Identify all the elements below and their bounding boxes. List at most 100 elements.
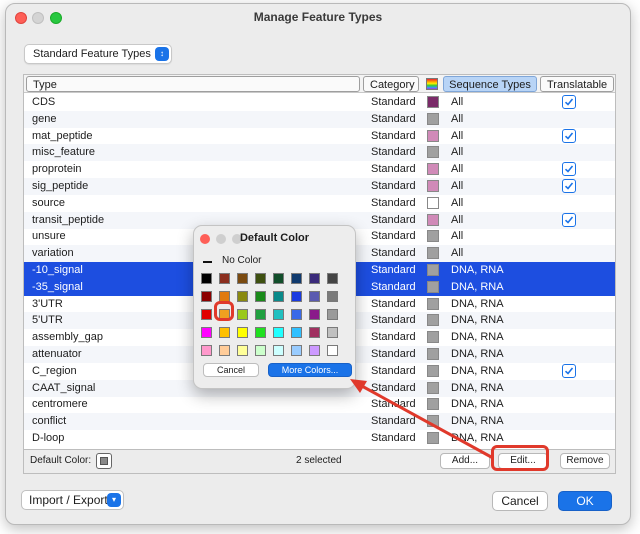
color-swatch[interactable] — [327, 273, 338, 284]
no-color-option[interactable]: No Color — [222, 255, 261, 266]
color-swatch[interactable] — [273, 291, 284, 302]
cell-color-swatch[interactable] — [427, 264, 439, 276]
translatable-checkbox[interactable] — [562, 128, 576, 143]
color-swatch[interactable] — [237, 345, 248, 356]
column-header-translatable[interactable]: Translatable — [540, 76, 614, 92]
add-button[interactable]: Add... — [440, 453, 490, 469]
color-swatch[interactable] — [219, 309, 230, 320]
cell-color-swatch[interactable] — [427, 180, 439, 192]
color-swatch[interactable] — [327, 327, 338, 338]
color-swatch[interactable] — [237, 291, 248, 302]
cell-color-swatch[interactable] — [427, 129, 439, 142]
color-swatch[interactable] — [201, 291, 212, 302]
color-swatch[interactable] — [201, 273, 212, 284]
cell-color-swatch[interactable] — [427, 348, 439, 360]
color-swatch[interactable] — [201, 345, 212, 356]
color-swatch[interactable] — [219, 291, 230, 302]
cell-color-swatch[interactable] — [427, 381, 439, 394]
cell-color-swatch[interactable] — [427, 415, 439, 428]
column-header-type[interactable]: Type — [26, 76, 360, 92]
chevron-updown-icon: ↕ — [155, 47, 169, 61]
color-swatch[interactable] — [255, 291, 266, 302]
color-swatch[interactable] — [291, 345, 302, 356]
zoom-window-button[interactable] — [50, 12, 62, 24]
color-swatch[interactable] — [291, 273, 302, 284]
color-swatch[interactable] — [291, 327, 302, 338]
cell-category: Standard — [371, 213, 416, 226]
cell-color-swatch[interactable] — [427, 213, 439, 226]
import-export-popup[interactable]: Import / Export ▾ — [21, 490, 124, 510]
more-colors-button[interactable]: More Colors... — [268, 363, 352, 377]
default-color-well[interactable] — [96, 453, 112, 469]
color-swatch[interactable] — [327, 309, 338, 320]
color-swatch[interactable] — [309, 273, 320, 284]
color-swatch[interactable] — [327, 291, 338, 302]
table-row[interactable]: proprotein Standard All — [24, 161, 615, 178]
no-color-icon[interactable] — [203, 261, 212, 263]
table-row[interactable]: D-loop Standard DNA, RNA — [24, 430, 615, 447]
cancel-button[interactable]: Cancel — [492, 491, 548, 511]
close-window-button[interactable] — [15, 12, 27, 24]
color-swatch[interactable] — [309, 327, 320, 338]
color-swatch[interactable] — [273, 345, 284, 356]
table-row[interactable]: centromere Standard DNA, RNA — [24, 396, 615, 413]
translatable-checkbox[interactable] — [562, 179, 576, 193]
table-row[interactable]: CDS Standard All — [24, 94, 615, 111]
cell-sequence-types: DNA, RNA — [451, 297, 504, 310]
color-swatch[interactable] — [255, 345, 266, 356]
color-swatch[interactable] — [201, 309, 212, 320]
cell-color-swatch[interactable] — [427, 280, 439, 293]
translatable-checkbox[interactable] — [562, 212, 576, 227]
minimize-window-button[interactable] — [32, 12, 44, 24]
remove-button[interactable]: Remove — [560, 453, 610, 469]
color-swatch[interactable] — [255, 309, 266, 320]
color-swatch[interactable] — [255, 273, 266, 284]
color-swatch[interactable] — [273, 309, 284, 320]
cell-color-swatch[interactable] — [427, 247, 439, 260]
cell-color-swatch[interactable] — [427, 331, 439, 344]
edit-button[interactable]: Edit... — [498, 453, 548, 469]
color-swatch[interactable] — [309, 345, 320, 356]
table-row[interactable]: misc_feature Standard All — [24, 144, 615, 162]
cell-color-swatch[interactable] — [427, 297, 439, 310]
column-header-sequence-types[interactable]: Sequence Types — [443, 76, 537, 92]
color-column-icon[interactable] — [426, 78, 438, 90]
color-swatch[interactable] — [273, 273, 284, 284]
color-swatch[interactable] — [327, 345, 338, 356]
table-row[interactable]: mat_peptide Standard All — [24, 128, 615, 145]
palette-cancel-button[interactable]: Cancel — [203, 363, 259, 377]
color-swatch[interactable] — [255, 327, 266, 338]
cell-color-swatch[interactable] — [427, 364, 439, 377]
color-swatch[interactable] — [237, 273, 248, 284]
translatable-checkbox[interactable] — [562, 162, 576, 177]
cell-color-swatch[interactable] — [427, 230, 439, 243]
color-swatch[interactable] — [237, 327, 248, 338]
color-swatch[interactable] — [201, 327, 212, 338]
color-swatch[interactable] — [237, 309, 248, 320]
table-row[interactable]: sig_peptide Standard All — [24, 178, 615, 195]
cell-color-swatch[interactable] — [427, 146, 439, 159]
color-swatch[interactable] — [309, 309, 320, 320]
color-swatch[interactable] — [291, 309, 302, 320]
color-swatch[interactable] — [219, 273, 230, 284]
table-row[interactable]: gene Standard All — [24, 110, 615, 128]
cell-color-swatch[interactable] — [427, 112, 439, 125]
cell-color-swatch[interactable] — [427, 96, 439, 108]
color-swatch[interactable] — [273, 327, 284, 338]
table-row[interactable]: conflict Standard DNA, RNA — [24, 413, 615, 431]
translatable-checkbox[interactable] — [562, 363, 576, 378]
cell-color-swatch[interactable] — [427, 196, 439, 209]
color-swatch[interactable] — [291, 291, 302, 302]
cell-color-swatch[interactable] — [427, 314, 439, 327]
color-swatch[interactable] — [219, 327, 230, 338]
translatable-checkbox[interactable] — [562, 95, 576, 109]
column-header-category[interactable]: Category — [363, 76, 419, 92]
table-row[interactable]: source Standard All — [24, 195, 615, 212]
color-swatch[interactable] — [309, 291, 320, 302]
feature-set-popup[interactable]: Standard Feature Types ↕ — [24, 44, 172, 64]
cell-color-swatch[interactable] — [427, 432, 439, 444]
ok-button[interactable]: OK — [558, 491, 612, 511]
cell-color-swatch[interactable] — [427, 398, 439, 411]
cell-color-swatch[interactable] — [427, 163, 439, 176]
color-swatch[interactable] — [219, 345, 230, 356]
